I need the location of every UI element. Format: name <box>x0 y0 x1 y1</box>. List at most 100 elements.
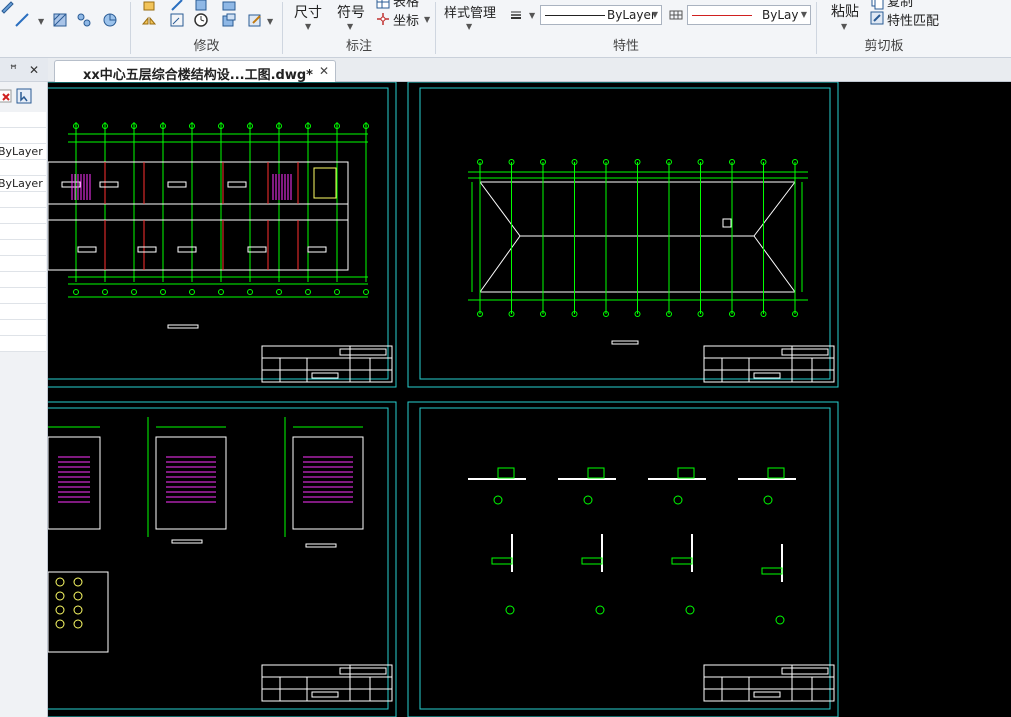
detail-bubble <box>763 495 773 505</box>
property-row-value: ByLayer <box>0 177 43 190</box>
pin-icon[interactable]: ꟸ <box>10 62 17 76</box>
room-label <box>167 181 187 188</box>
timer-icon[interactable] <box>193 12 209 28</box>
line-icon[interactable] <box>14 12 30 28</box>
property-row[interactable] <box>0 288 46 304</box>
property-row[interactable]: ByLayer <box>0 144 46 160</box>
modify-group-title: 修改 <box>193 39 220 54</box>
detail-bubble <box>775 615 785 625</box>
line-dropdown-arrow[interactable]: ▼ <box>38 17 44 26</box>
color-combo[interactable]: ByLayer ▼ <box>687 5 811 25</box>
lineweight-icon[interactable] <box>508 7 524 23</box>
stair-outline <box>155 436 227 530</box>
edit-icon[interactable] <box>247 12 263 28</box>
property-row[interactable] <box>0 192 46 208</box>
title-block-cell <box>339 348 387 356</box>
property-row[interactable] <box>0 240 46 256</box>
coordinate-button[interactable]: 坐标 <box>393 10 419 29</box>
axis-bubble <box>102 289 108 295</box>
property-row[interactable]: ByLayer <box>0 176 46 192</box>
title-block-cell <box>781 667 829 675</box>
array-icon[interactable] <box>221 0 237 12</box>
rotate-icon[interactable] <box>193 0 209 12</box>
properties-panel: ꟸ ✕ ByLayer ByLayer <box>0 58 48 717</box>
modify-group: ▼ 修改 <box>131 0 282 58</box>
close-icon[interactable]: ✕ <box>29 63 39 77</box>
title-block <box>703 664 835 702</box>
modify-dropdown-arrow[interactable]: ▼ <box>267 17 273 26</box>
explode-icon[interactable] <box>221 12 237 28</box>
property-row[interactable] <box>0 112 46 128</box>
detail-rebar <box>491 557 513 565</box>
properties-group-title: 特性 <box>612 39 639 54</box>
title-block-cell <box>753 691 781 698</box>
style-manager-button[interactable]: 样式管理 <box>444 2 496 21</box>
plan-caption <box>611 340 639 345</box>
ribbon: ▼ ▼ 修改 尺寸 ▼ 符号 ▼ 表格 坐标 ▼ 标注 样式管理 ▼ ▼ ByL… <box>0 0 1011 58</box>
table-button[interactable]: 表格 <box>393 0 419 10</box>
property-row[interactable] <box>0 336 46 352</box>
property-row[interactable] <box>0 224 46 240</box>
table-icon[interactable] <box>375 0 391 10</box>
detail-bubble <box>505 605 515 615</box>
axis-bubble <box>247 289 253 295</box>
property-row[interactable] <box>0 128 46 144</box>
property-row[interactable] <box>0 272 46 288</box>
offset-icon[interactable] <box>141 0 157 12</box>
drawing-svg[interactable] <box>48 82 1011 717</box>
room-label <box>177 246 197 253</box>
symbol-dropdown-arrow[interactable]: ▼ <box>347 22 353 31</box>
linetype-combo[interactable]: ByLayer ▼ <box>540 5 662 25</box>
hatch-icon[interactable] <box>52 12 68 28</box>
symbol-button[interactable]: 符号 <box>337 2 365 22</box>
clipboard-group-title: 剪切板 <box>864 39 904 54</box>
roof-ridge <box>753 181 796 237</box>
title-block-cell <box>311 372 339 379</box>
paste-dropdown-arrow[interactable]: ▼ <box>841 22 847 31</box>
block-icon[interactable] <box>76 12 92 28</box>
property-row[interactable] <box>0 208 46 224</box>
plan-caption <box>167 324 199 329</box>
paste-button[interactable]: 粘贴 <box>831 1 859 21</box>
detail-rebar <box>677 467 695 479</box>
annotate-group-title: 标注 <box>345 39 372 54</box>
mirror-icon[interactable] <box>141 12 157 28</box>
axis-bubble <box>276 289 282 295</box>
clipboard-group: 粘贴 ▼ 复制 特性匹配 剪切板 <box>817 0 951 58</box>
coordinate-dropdown-arrow[interactable]: ▼ <box>424 15 430 24</box>
draw-group: ▼ <box>0 0 130 58</box>
property-row[interactable] <box>0 304 46 320</box>
property-row[interactable] <box>0 320 46 336</box>
delete-selection-icon[interactable] <box>0 88 13 104</box>
coordinate-icon[interactable] <box>375 11 391 27</box>
lineweight-dropdown-arrow[interactable]: ▼ <box>529 11 535 20</box>
dimension-button[interactable]: 尺寸 <box>294 2 322 22</box>
drawing-canvas[interactable] <box>48 82 1011 717</box>
toilet-fixture <box>55 591 65 601</box>
copy-button[interactable]: 复制 <box>887 0 913 10</box>
toilet-fixture <box>73 577 83 587</box>
copy-icon[interactable] <box>869 0 885 10</box>
property-row[interactable] <box>0 160 46 176</box>
match-properties-button[interactable]: 特性匹配 <box>887 10 939 29</box>
title-block <box>703 345 835 383</box>
pattern-icon[interactable] <box>668 7 684 23</box>
match-properties-icon[interactable] <box>869 10 885 26</box>
quick-select-icon[interactable] <box>16 88 32 104</box>
region-icon[interactable] <box>102 12 118 28</box>
style-manager-dropdown-arrow[interactable]: ▼ <box>466 22 472 31</box>
dimension-dropdown-arrow[interactable]: ▼ <box>305 22 311 31</box>
axis-bubble <box>160 289 166 295</box>
detail-bubble <box>673 495 683 505</box>
scale-icon[interactable] <box>169 12 185 28</box>
toilet-fixture <box>55 619 65 629</box>
room-label <box>99 181 119 188</box>
stretch-icon[interactable] <box>169 0 185 12</box>
document-tab-label: xx中心五层综合楼结构设...工图.dwg* <box>83 68 313 83</box>
property-row[interactable] <box>0 256 46 272</box>
annotate-group: 尺寸 ▼ 符号 ▼ 表格 坐标 ▼ 标注 <box>283 0 435 58</box>
document-tab[interactable]: xx中心五层综合楼结构设...工图.dwg* ✕ <box>54 60 336 83</box>
linetype-value: ByLayer <box>607 8 656 22</box>
document-tab-bar: xx中心五层综合楼结构设...工图.dwg* ✕ <box>48 58 1011 83</box>
close-tab-icon[interactable]: ✕ <box>319 64 329 78</box>
